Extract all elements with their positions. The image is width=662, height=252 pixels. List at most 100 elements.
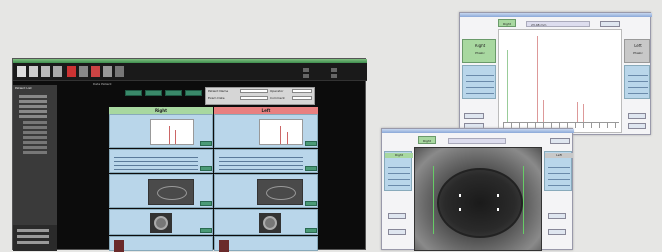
operator-field[interactable] [292,89,312,93]
sidebar-item-8[interactable] [23,131,47,134]
camera-eye-tab[interactable]: Right [418,136,436,144]
camera-eye-box: Right [384,151,413,191]
info-label-3: Operator [270,89,284,93]
camera-icon[interactable] [91,66,100,77]
left-scan-panel [214,114,318,148]
right-kerato-image [148,179,194,205]
function-button-4[interactable] [185,90,202,96]
function-button-1[interactable] [125,90,142,96]
graph-left-button-1[interactable] [464,113,484,119]
left-bottom-panel [214,236,318,252]
right-pupil-panel [109,209,213,235]
window-control-3[interactable] [303,74,309,78]
camera-left-button-1[interactable] [388,213,406,219]
left-scan-graph [259,119,303,145]
right-pupil-circle [154,216,168,230]
camera-mode-select[interactable] [448,138,506,144]
a-scan-gate-line[interactable] [507,50,508,122]
info-label-4: Comment [270,96,285,100]
right-values-button[interactable] [200,166,212,171]
right-kerato-button[interactable] [200,201,212,206]
sidebar-item-10[interactable] [23,141,47,144]
a-scan-peak-1 [537,36,538,122]
sidebar-item-9[interactable] [23,136,47,139]
report-icon[interactable] [67,66,76,77]
left-values-button[interactable] [305,166,317,171]
right-scan-graph [150,119,194,145]
camera-left-button-2[interactable] [388,229,406,235]
left-kerato-image [257,179,303,205]
left-scan-button[interactable] [305,141,317,146]
main-app-window: Data Patient Patient List Patient Name O… [12,58,367,252]
window-control-4[interactable] [331,74,337,78]
sidebar-lower-row-1[interactable] [17,229,49,232]
a-scan-peak-4 [583,104,584,122]
graph-toolbar-button[interactable] [600,21,620,27]
toolbar [13,63,367,81]
tool-icon[interactable] [103,66,112,77]
left-pupil-button[interactable] [305,228,317,233]
window-control-1[interactable] [303,68,309,72]
exam-date-field[interactable] [240,96,268,100]
right-kerato-ring [157,186,187,200]
right-scan-button[interactable] [200,141,212,146]
sidebar-item-2[interactable] [19,100,47,103]
open-icon[interactable] [17,66,26,77]
graph-eye-box-label: Right [474,44,486,48]
graph-right-button-2[interactable] [628,123,646,129]
left-kerato-panel [214,174,318,208]
right-scan-peak-2 [175,130,176,144]
graph-eye-box-sub: Phakic [475,51,485,55]
graph-eye-tab[interactable]: Right [498,19,516,27]
sidebar-lower-row-3[interactable] [17,241,49,244]
save-icon[interactable] [29,66,38,77]
graph-other-eye-sub: Phakic [633,51,643,55]
sidebar-lower-row-2[interactable] [17,235,49,238]
print-icon[interactable] [41,66,50,77]
camera-toolbar-button[interactable] [550,138,570,144]
reflection-dot-3 [497,194,499,197]
left-values-panel [214,149,318,173]
camera-other-eye-label: Left [545,153,573,158]
right-eye-header[interactable]: Right [109,107,213,114]
camera-eye-box-label: Right [385,153,413,158]
graph-measure-box [462,65,496,99]
alignment-marker-right [523,166,524,234]
graph-measure-lines [466,70,494,96]
alignment-marker-left [433,166,434,234]
function-button-2[interactable] [145,90,162,96]
right-pupil-button[interactable] [200,228,212,233]
camera-other-eye-box[interactable]: Left [544,151,573,191]
settings-icon[interactable] [79,66,88,77]
function-button-3[interactable] [165,90,182,96]
sidebar-item-5[interactable] [19,115,47,118]
sidebar-item-1[interactable] [19,95,47,98]
right-bottom-panel [109,236,213,252]
graph-right-button-1[interactable] [628,113,646,119]
reflection-dot-2 [459,208,461,211]
camera-other-lines [548,162,570,188]
comment-field[interactable] [292,96,312,100]
left-bottom-thumb [219,240,229,252]
camera-right-button-1[interactable] [548,213,566,219]
right-kerato-panel [109,174,213,208]
sidebar-item-3[interactable] [19,105,47,108]
sidebar-item-12[interactable] [23,151,47,154]
window-control-2[interactable] [331,68,337,72]
sidebar-item-11[interactable] [23,146,47,149]
sidebar-item-4[interactable] [19,110,47,113]
camera-right-button-2[interactable] [548,229,566,235]
patient-name-field[interactable] [240,89,268,93]
graph-other-measure-lines [628,70,648,96]
export-icon[interactable] [53,66,62,77]
left-eye-header[interactable]: Left [214,107,318,114]
pupil-ring [437,168,523,238]
sidebar-item-6[interactable] [23,121,47,124]
graph-other-eye-box[interactable]: Left Phakic [624,39,650,63]
sidebar-title: Patient List [15,86,32,90]
right-values-lines [114,154,198,170]
a-scan-peak-2 [543,100,544,122]
sidebar-item-7[interactable] [23,126,47,129]
left-kerato-button[interactable] [305,201,317,206]
help-icon[interactable] [115,66,124,77]
